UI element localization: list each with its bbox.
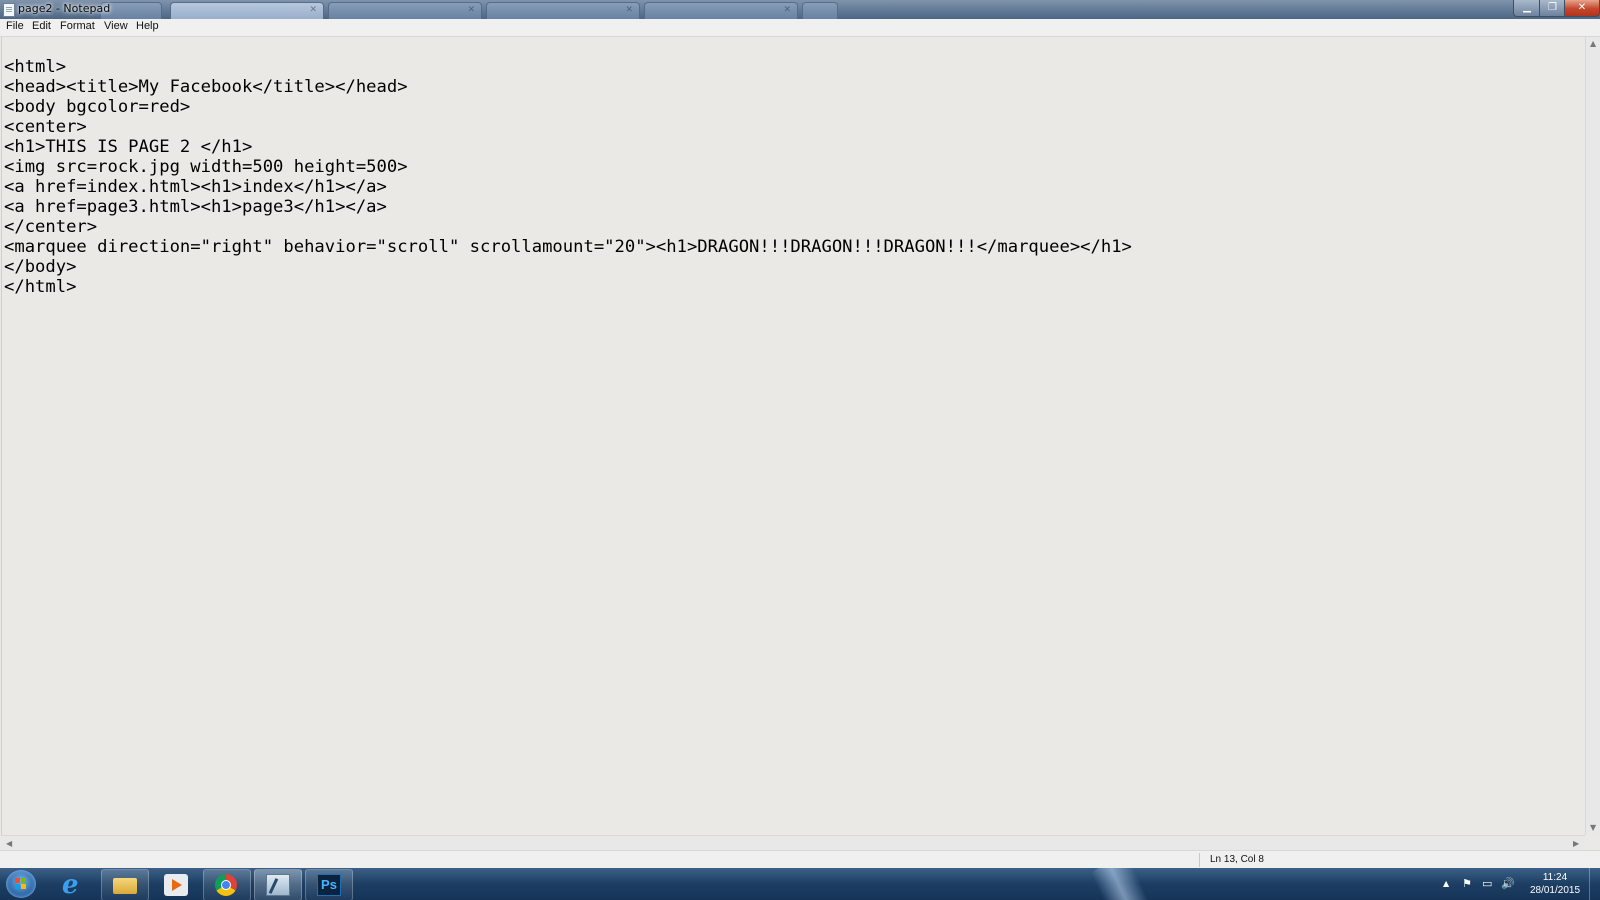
background-browser-tab — [802, 2, 838, 19]
notepad-icon — [266, 874, 290, 896]
window-title: page2 - Notepad — [18, 2, 111, 15]
folder-icon — [113, 878, 137, 894]
menu-edit[interactable]: Edit — [32, 20, 51, 32]
media-player-icon — [164, 874, 188, 896]
background-browser-tab: ✕ — [644, 2, 798, 19]
chrome-icon — [215, 874, 237, 896]
vertical-scrollbar[interactable]: ▲ ▼ — [1585, 37, 1600, 835]
editor-content[interactable]: <html> <head><title>My Facebook</title></… — [4, 57, 1132, 297]
minimize-button[interactable]: ▁ — [1513, 0, 1541, 17]
scroll-up-arrow-icon[interactable]: ▲ — [1590, 39, 1596, 48]
background-browser-tab: ✕ — [170, 2, 324, 19]
code-line: <marquee direction="right" behavior="scr… — [4, 237, 1132, 257]
horizontal-scrollbar[interactable]: ◀ ▶ — [1, 835, 1585, 851]
maximize-icon: ❐ — [1548, 2, 1557, 13]
clock-time: 11:24 — [1542, 872, 1568, 883]
show-hidden-icons-icon[interactable]: ▲ — [1443, 879, 1449, 888]
system-clock[interactable]: 11:24 28/01/2015 — [1526, 871, 1584, 897]
show-desktop-button[interactable] — [1589, 868, 1600, 900]
menu-help[interactable]: Help — [136, 20, 159, 32]
windows-logo-icon — [15, 878, 27, 890]
notepad-app-icon[interactable] — [3, 3, 15, 17]
scroll-right-arrow-icon[interactable]: ▶ — [1573, 839, 1579, 848]
ie-icon: e — [62, 870, 79, 900]
close-button[interactable]: ✕ — [1564, 0, 1600, 17]
menu-bar: File Edit Format View Help — [0, 19, 1600, 37]
code-line: <h1>THIS IS PAGE 2 </h1> — [4, 137, 253, 157]
close-icon: ✕ — [1577, 2, 1587, 13]
menu-view[interactable]: View — [104, 20, 128, 32]
title-bar[interactable]: ✕ ✕ ✕ ✕ page2 - Notepad ▁ ❐ ✕ — [0, 0, 1600, 19]
code-line: </body> — [4, 257, 77, 277]
taskbar-internet-explorer[interactable]: e — [50, 869, 98, 900]
taskbar: e Ps ▲ ⚑ ▭ 🔊 11:24 28/01/2015 — [0, 868, 1600, 900]
code-line: </center> — [4, 217, 98, 237]
code-line: <body bgcolor=red> — [4, 97, 191, 117]
code-line: <center> — [4, 117, 87, 137]
clock-date: 28/01/2015 — [1529, 885, 1581, 896]
taskbar-chrome[interactable] — [203, 869, 251, 900]
taskbar-notepad[interactable] — [254, 869, 302, 900]
taskbar-photoshop[interactable]: Ps — [305, 869, 353, 900]
start-button[interactable] — [6, 870, 36, 898]
taskbar-windows-explorer[interactable] — [101, 869, 149, 900]
scroll-left-arrow-icon[interactable]: ◀ — [6, 839, 12, 848]
status-divider — [1199, 853, 1200, 867]
menu-file[interactable]: File — [6, 20, 24, 32]
status-bar: Ln 13, Col 8 — [0, 850, 1600, 869]
network-icon[interactable]: ▭ — [1482, 877, 1492, 890]
minimize-icon: ▁ — [1523, 2, 1531, 13]
photoshop-icon: Ps — [317, 874, 341, 896]
code-line: <img src=rock.jpg width=500 height=500> — [4, 157, 408, 177]
code-line: <a href=page3.html><h1>page3</h1></a> — [4, 197, 387, 217]
taskbar-media-player[interactable] — [152, 869, 200, 900]
cursor-position: Ln 13, Col 8 — [1210, 854, 1264, 865]
code-line: <head><title>My Facebook</title></head> — [4, 77, 408, 97]
code-line: </html> — [4, 277, 77, 297]
maximize-button[interactable]: ❐ — [1539, 0, 1566, 17]
volume-icon[interactable]: 🔊 — [1501, 877, 1515, 890]
code-line: <a href=index.html><h1>index</h1></a> — [4, 177, 387, 197]
text-editor[interactable]: <html> <head><title>My Facebook</title></… — [1, 37, 1586, 835]
menu-format[interactable]: Format — [60, 20, 95, 32]
action-center-flag-icon[interactable]: ⚑ — [1462, 877, 1472, 890]
scroll-down-arrow-icon[interactable]: ▼ — [1590, 823, 1596, 832]
background-browser-tab: ✕ — [328, 2, 482, 19]
code-line: <html> — [4, 57, 67, 77]
background-browser-tab: ✕ — [486, 2, 640, 19]
